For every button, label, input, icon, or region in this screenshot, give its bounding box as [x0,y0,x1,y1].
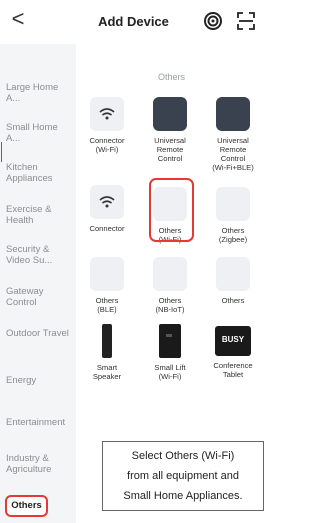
instruction-line: Small Home Appliances. [123,490,243,502]
sidebar-item-industry-agriculture[interactable]: Industry & Agriculture [6,453,72,475]
tile-label: Small Lift (Wi-Fi) [154,363,186,381]
scan-icon[interactable] [236,11,256,31]
sidebar-item-energy[interactable]: Energy [6,375,72,386]
tile-connector-wifi[interactable]: Connector (Wi-Fi) [77,97,137,154]
device-icon [216,257,250,291]
section-title: Others [157,72,185,82]
lift-icon [153,324,187,358]
tile-label: Connector [89,224,125,233]
wifi-icon [90,97,124,131]
tile-smart-speaker[interactable]: Smart Speaker [77,324,137,381]
remote-icon [216,97,250,131]
header-bar: < Add Device [0,0,267,44]
device-icon [216,187,250,221]
tile-universal-remote-control-wifi-ble[interactable]: Universal Remote Control (Wi-Fi+BLE) [203,97,263,172]
back-button[interactable]: < [6,4,30,34]
sidebar-item-gateway-control[interactable]: Gateway Control [6,286,72,308]
highlight-others-wifi [149,178,194,242]
sidebar-item-entertainment[interactable]: Entertainment [6,417,68,428]
category-sidebar: Large Home A... Small Home A... Kitchen … [0,44,76,523]
sidebar-item-others[interactable]: Others [5,495,48,517]
speaker-icon [90,324,124,358]
instruction-note: Select Others (Wi-Fi) from all equipment… [102,441,264,511]
sidebar-item-large-home-appliances[interactable]: Large Home A... [6,82,72,104]
tile-others[interactable]: Others [203,257,263,305]
tile-conference-tablet[interactable]: BUSY Conference Tablet [203,324,263,379]
tile-label: Others (BLE) [95,296,119,314]
busy-badge: BUSY [221,335,245,344]
tile-label: Connector (Wi-Fi) [89,136,125,154]
device-icon [90,257,124,291]
tile-small-lift-wifi[interactable]: Small Lift (Wi-Fi) [140,324,200,381]
remote-icon [153,97,187,131]
busy-tablet-icon: BUSY [215,326,251,356]
tile-others-zigbee[interactable]: Others (Zigbee) [203,187,263,244]
tile-label: Smart Speaker [92,363,122,381]
tile-label: Universal Remote Control (Wi-Fi+BLE) [212,136,254,172]
instruction-line: from all equipment and [127,470,239,482]
sidebar-item-small-home-appliances[interactable]: Small Home A... [6,122,72,144]
wifi-icon [90,185,124,219]
tile-label: Others (Zigbee) [218,226,248,244]
page-title: Add Device [98,14,169,29]
device-icon [153,257,187,291]
tile-label: Universal Remote Control [154,136,186,163]
sidebar-item-exercise-health[interactable]: Exercise & Health [6,204,72,226]
tile-others-ble[interactable]: Others (BLE) [77,257,137,314]
instruction-line: Select Others (Wi-Fi) [131,450,235,462]
tile-universal-remote-control[interactable]: Universal Remote Control [140,97,200,163]
tile-label: Conference Tablet [213,361,253,379]
tile-label: Others (NB-IoT) [155,296,185,314]
tile-label: Others [221,296,245,305]
sidebar-item-kitchen-appliances[interactable]: Kitchen Appliances [6,162,72,184]
sidebar-item-outdoor-travel[interactable]: Outdoor Travel [6,328,72,339]
sidebar-item-security-video[interactable]: Security & Video Su... [6,244,72,266]
sidebar-item-others-label: Others [11,500,42,511]
tile-connector[interactable]: Connector [77,185,137,233]
tile-others-nb-iot[interactable]: Others (NB-IoT) [140,257,200,314]
annotation-leader [0,142,3,162]
target-icon[interactable] [203,11,223,31]
